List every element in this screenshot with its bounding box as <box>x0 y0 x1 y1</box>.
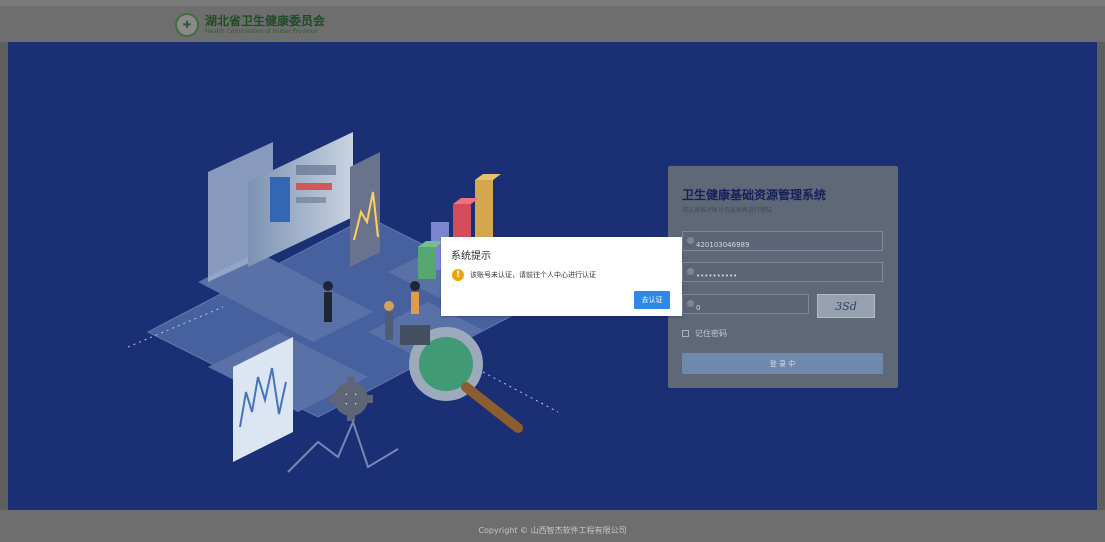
organization-name: 湖北省卫生健康委员会 Health Commission of Hubei Pr… <box>205 15 325 35</box>
organization-name-cn: 湖北省卫生健康委员会 <box>205 14 326 28</box>
organization-logo: ✚ 湖北省卫生健康委员会 Health Commission of Hubei … <box>175 13 325 37</box>
footer: Copyright © 山西智杰软件工程有限公司 <box>0 510 1105 542</box>
dialog-title: 系统提示 <box>451 251 491 262</box>
account-field[interactable] <box>682 231 883 254</box>
lock-icon <box>687 268 694 275</box>
organization-name-en: Health Commission of Hubei Province <box>205 28 318 35</box>
magnifier-icon <box>409 327 523 433</box>
dialog-message: 该账号未认证，请前往个人中心进行认证 <box>470 271 596 279</box>
login-button[interactable]: 登 录 中 <box>682 353 883 374</box>
remember-password-label: 记住密码 <box>695 329 727 338</box>
login-instruction: 请认真核对账号信息后再进行登陆 <box>682 207 773 214</box>
system-alert-dialog: 系统提示 ! 该账号未认证，请前往个人中心进行认证 去认证 <box>441 237 682 316</box>
captcha-field[interactable] <box>682 294 876 317</box>
remember-password-checkbox[interactable] <box>682 330 689 337</box>
remember-password[interactable]: 记住密码 <box>682 328 727 339</box>
account-input[interactable] <box>696 236 876 254</box>
copyright-text: Copyright © 山西智杰软件工程有限公司 <box>478 526 627 535</box>
captcha-image[interactable]: 3Sd <box>817 294 875 318</box>
warning-icon: ! <box>452 269 464 281</box>
login-panel: 卫生健康基础资源管理系统 请认真核对账号信息后再进行登陆 3Sd 记住密码 登 … <box>668 166 898 388</box>
top-header: ✚ 湖北省卫生健康委员会 Health Commission of Hubei … <box>0 0 1105 42</box>
password-field[interactable] <box>682 262 883 285</box>
shield-icon <box>687 300 694 307</box>
user-icon <box>687 237 694 244</box>
go-verify-button[interactable]: 去认证 <box>634 291 670 309</box>
system-title: 卫生健康基础资源管理系统 <box>682 188 827 202</box>
password-input[interactable] <box>696 267 876 285</box>
health-commission-logo-icon: ✚ <box>175 13 199 37</box>
header-strip <box>0 0 1105 6</box>
